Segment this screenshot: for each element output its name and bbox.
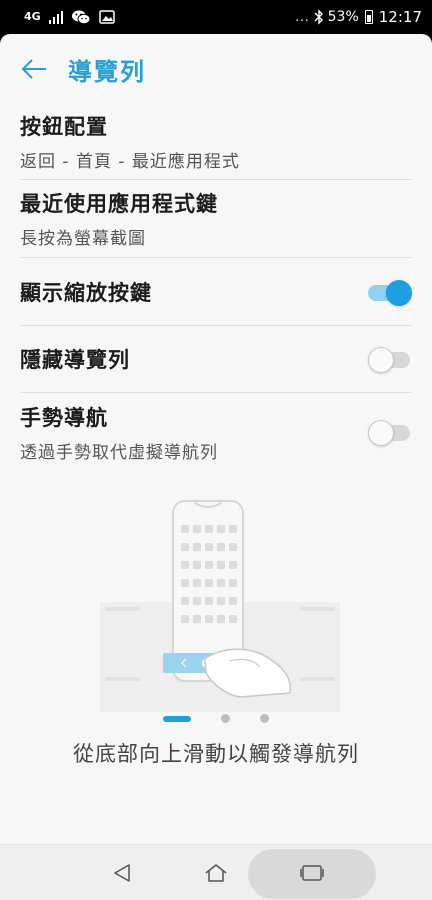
status-right: ... 53% 12:17	[295, 8, 422, 26]
app-bar: 導覽列	[0, 34, 432, 104]
setting-title: 手勢導航	[20, 405, 108, 430]
show-zoom-key-setting[interactable]: 顯示縮放按鍵	[20, 258, 412, 326]
wechat-icon	[71, 10, 91, 25]
battery-icon	[364, 10, 373, 24]
hide-nav-bar-setting[interactable]: 隱藏導覽列	[20, 326, 412, 393]
settings-list: 按鈕配置 返回 - 首頁 - 最近應用程式 最近使用應用程式鍵 長按為螢幕截圖 …	[0, 104, 432, 471]
back-button[interactable]	[18, 53, 50, 85]
setting-subtitle: 透過手勢取代虛擬導航列	[20, 442, 218, 463]
arrow-left-icon	[21, 59, 46, 79]
gallery-icon	[98, 10, 115, 24]
pager-dot-1[interactable]	[163, 715, 191, 722]
nav-recents-button[interactable]	[248, 845, 376, 900]
system-nav-bar	[0, 844, 432, 900]
gesture-navigation-setting[interactable]: 手勢導航 透過手勢取代虛擬導航列	[20, 393, 412, 471]
button-layout-setting[interactable]: 按鈕配置 返回 - 首頁 - 最近應用程式	[20, 104, 412, 180]
nav-back-button[interactable]	[98, 845, 146, 900]
recent-apps-key-setting[interactable]: 最近使用應用程式鍵 長按為螢幕截圖	[20, 180, 412, 258]
bluetooth-icon	[314, 9, 323, 25]
home-icon	[205, 864, 227, 882]
status-bar: 4G ... 53% 12:17	[0, 0, 432, 34]
more-dots-icon: ...	[295, 10, 310, 24]
setting-title: 最近使用應用程式鍵	[20, 192, 218, 216]
pager-dot-3[interactable]	[260, 714, 269, 723]
setting-subtitle: 返回 - 首頁 - 最近應用程式	[20, 152, 240, 172]
setting-title: 顯示縮放按鍵	[20, 280, 152, 305]
clock: 12:17	[378, 8, 422, 26]
recents-icon	[300, 865, 324, 881]
back-icon	[114, 864, 130, 882]
hide-nav-bar-toggle[interactable]	[368, 347, 410, 373]
setting-title: 按鈕配置	[20, 115, 108, 139]
status-left: 4G	[24, 9, 115, 25]
tutorial-pager	[0, 714, 432, 723]
nav-home-button[interactable]	[192, 845, 240, 900]
setting-title: 隱藏導覽列	[20, 348, 130, 372]
gesture-navigation-toggle[interactable]	[368, 420, 410, 446]
page-title: 導覽列	[68, 57, 146, 86]
network-type: 4G	[24, 9, 41, 23]
tutorial-caption: 從底部向上滑動以觸發導航列	[73, 742, 359, 766]
setting-subtitle: 長按為螢幕截圖	[20, 229, 146, 249]
settings-screen: 導覽列 按鈕配置 返回 - 首頁 - 最近應用程式 最近使用應用程式鍵 長按為螢…	[0, 34, 432, 900]
battery-percent: 53%	[327, 9, 359, 25]
pager-dot-2[interactable]	[221, 714, 230, 723]
signal-icon	[48, 10, 63, 24]
show-zoom-key-toggle[interactable]	[368, 279, 412, 306]
gesture-tutorial-illustration	[100, 500, 340, 712]
